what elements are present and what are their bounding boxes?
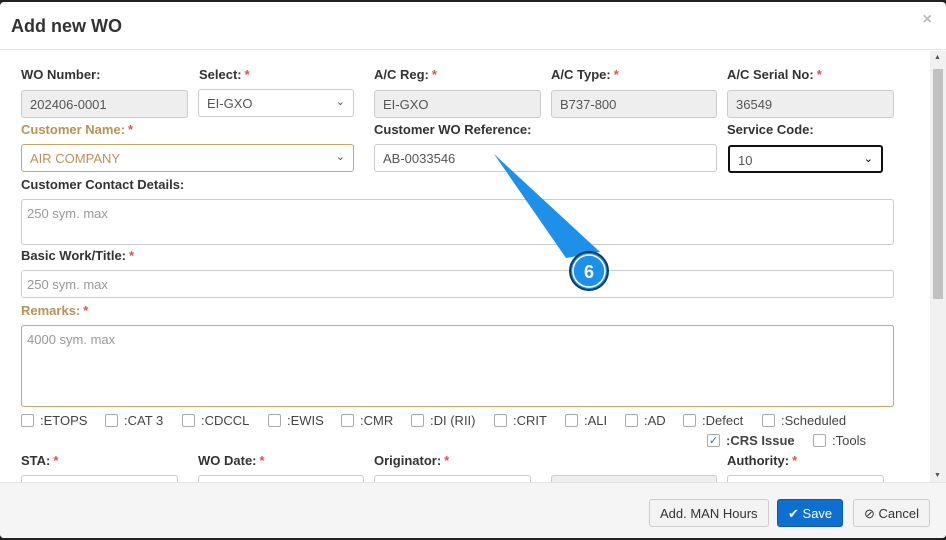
- checkbox-crs-issue[interactable]: ✓ :CRS Issue: [707, 433, 795, 448]
- service-code-select[interactable]: 10 ⌄: [728, 145, 883, 173]
- checkbox-box[interactable]: [341, 414, 354, 427]
- checkbox-label: :Defect: [702, 413, 744, 428]
- checkbox-label: :Tools: [832, 433, 866, 448]
- checkbox-box[interactable]: [105, 414, 118, 427]
- contact-label: Customer Contact Details:: [21, 177, 185, 192]
- checkbox-ad[interactable]: :AD: [625, 413, 666, 428]
- checkbox-ewis[interactable]: :EWIS: [268, 413, 324, 428]
- scrollbar[interactable]: ▲ ▼: [930, 51, 946, 482]
- checkbox-box[interactable]: [813, 434, 826, 447]
- checkbox-label: :CAT 3: [124, 413, 164, 428]
- checkbox-box[interactable]: [683, 414, 696, 427]
- checkbox-box[interactable]: [411, 414, 424, 427]
- checkbox-di-rii[interactable]: :DI (RII): [411, 413, 476, 428]
- close-icon[interactable]: ×: [923, 11, 932, 29]
- add-man-hours-button[interactable]: Add. MAN Hours: [649, 499, 769, 527]
- select-label: Select: *: [199, 67, 250, 82]
- checkbox-etops[interactable]: :ETOPS: [21, 413, 87, 428]
- sta-input[interactable]: [21, 475, 178, 482]
- checkbox-cat-3[interactable]: :CAT 3: [105, 413, 163, 428]
- chevron-down-icon: ⌄: [863, 153, 873, 165]
- ac-reg-label: A/C Reg: *: [374, 67, 437, 82]
- checkbox-crit[interactable]: :CRIT: [494, 413, 547, 428]
- checkbox-label: :Scheduled: [781, 413, 847, 428]
- checkbox-cdccl[interactable]: :CDCCL: [182, 413, 249, 428]
- ac-type-input[interactable]: B737-800: [551, 90, 717, 118]
- checkbox-box[interactable]: [268, 414, 281, 427]
- checkbox-tools[interactable]: :Tools: [813, 433, 866, 448]
- scroll-up-icon[interactable]: ▲: [934, 54, 941, 61]
- checkbox-scheduled[interactable]: :Scheduled: [762, 413, 846, 428]
- checkbox-label: :CDCCL: [201, 413, 250, 428]
- modal-title: Add new WO: [11, 16, 122, 36]
- checkbox-box[interactable]: [182, 414, 195, 427]
- checkbox-label: :ETOPS: [40, 413, 88, 428]
- wo-number-input[interactable]: 202406-0001: [21, 90, 188, 118]
- chevron-down-icon: ⌄: [335, 96, 345, 108]
- customer-name-select[interactable]: AIR COMPANY ⌄: [21, 144, 354, 172]
- checkbox-box[interactable]: [494, 414, 507, 427]
- wo-number-label: WO Number:: [21, 67, 101, 82]
- wo-date-input[interactable]: [198, 475, 364, 482]
- save-button[interactable]: ✔ Save: [777, 499, 844, 527]
- ac-type-label: A/C Type: *: [551, 67, 619, 82]
- ac-serial-label: A/C Serial No: *: [727, 67, 822, 82]
- checkbox-label: :ALI: [584, 413, 608, 428]
- cancel-button[interactable]: ⊘ Cancel: [853, 499, 930, 527]
- checkbox-label: :DI (RII): [430, 413, 476, 428]
- checkbox-label: :AD: [644, 413, 666, 428]
- originator-extra-input[interactable]: [551, 475, 717, 482]
- basic-work-textarea[interactable]: 250 sym. max: [21, 270, 894, 298]
- modal-footer: Add. MAN Hours ✔ Save ⊘ Cancel: [0, 482, 946, 538]
- basic-work-label: Basic Work/Title: *: [21, 248, 135, 263]
- service-code-label: Service Code:: [727, 122, 814, 137]
- checkbox-label: :EWIS: [287, 413, 324, 428]
- customer-wo-ref-label: Customer WO Reference:: [374, 122, 532, 137]
- checkbox-label: :CMR: [360, 413, 394, 428]
- modal-body: WO Number: Select: * A/C Reg: * A/C Type: *…: [0, 51, 930, 482]
- originator-input[interactable]: [374, 475, 531, 482]
- checkmark-icon[interactable]: ✓: [707, 434, 720, 447]
- sta-label: STA: *: [21, 453, 59, 468]
- originator-label: Originator: *: [374, 453, 450, 468]
- remarks-textarea[interactable]: 4000 sym. max: [21, 325, 894, 407]
- checkbox-label: :CRS Issue: [726, 433, 795, 448]
- ac-reg-input[interactable]: EI-GXO: [374, 90, 541, 118]
- add-wo-modal: Add new WO × WO Number: Select: * A/C Reg…: [0, 2, 946, 538]
- remarks-label: Remarks: *: [21, 303, 89, 318]
- authority-input[interactable]: [727, 475, 884, 482]
- modal-header: Add new WO ×: [0, 2, 946, 50]
- checkbox-defect[interactable]: :Defect: [683, 413, 743, 428]
- check-icon: ✔: [788, 506, 799, 521]
- select-dropdown[interactable]: EI-GXO ⌄: [198, 89, 354, 117]
- checkbox-box[interactable]: [565, 414, 578, 427]
- customer-name-label: Customer Name: *: [21, 122, 134, 137]
- ban-icon: ⊘: [864, 506, 875, 521]
- scrollbar-thumb[interactable]: [933, 69, 943, 299]
- checkbox-box[interactable]: [762, 414, 775, 427]
- checkbox-box[interactable]: [21, 414, 34, 427]
- wo-date-label: WO Date: *: [198, 453, 265, 468]
- checkbox-label: :CRIT: [513, 413, 547, 428]
- checkbox-ali[interactable]: :ALI: [565, 413, 607, 428]
- customer-wo-ref-input[interactable]: AB-0033546: [374, 144, 717, 172]
- checkbox-cmr[interactable]: :CMR: [341, 413, 393, 428]
- contact-textarea[interactable]: 250 sym. max: [21, 199, 894, 245]
- checkbox-box[interactable]: [625, 414, 638, 427]
- ac-serial-input[interactable]: 36549: [727, 90, 894, 118]
- scroll-down-icon[interactable]: ▼: [934, 472, 941, 479]
- chevron-down-icon: ⌄: [335, 151, 345, 163]
- authority-label: Authority: *: [727, 453, 798, 468]
